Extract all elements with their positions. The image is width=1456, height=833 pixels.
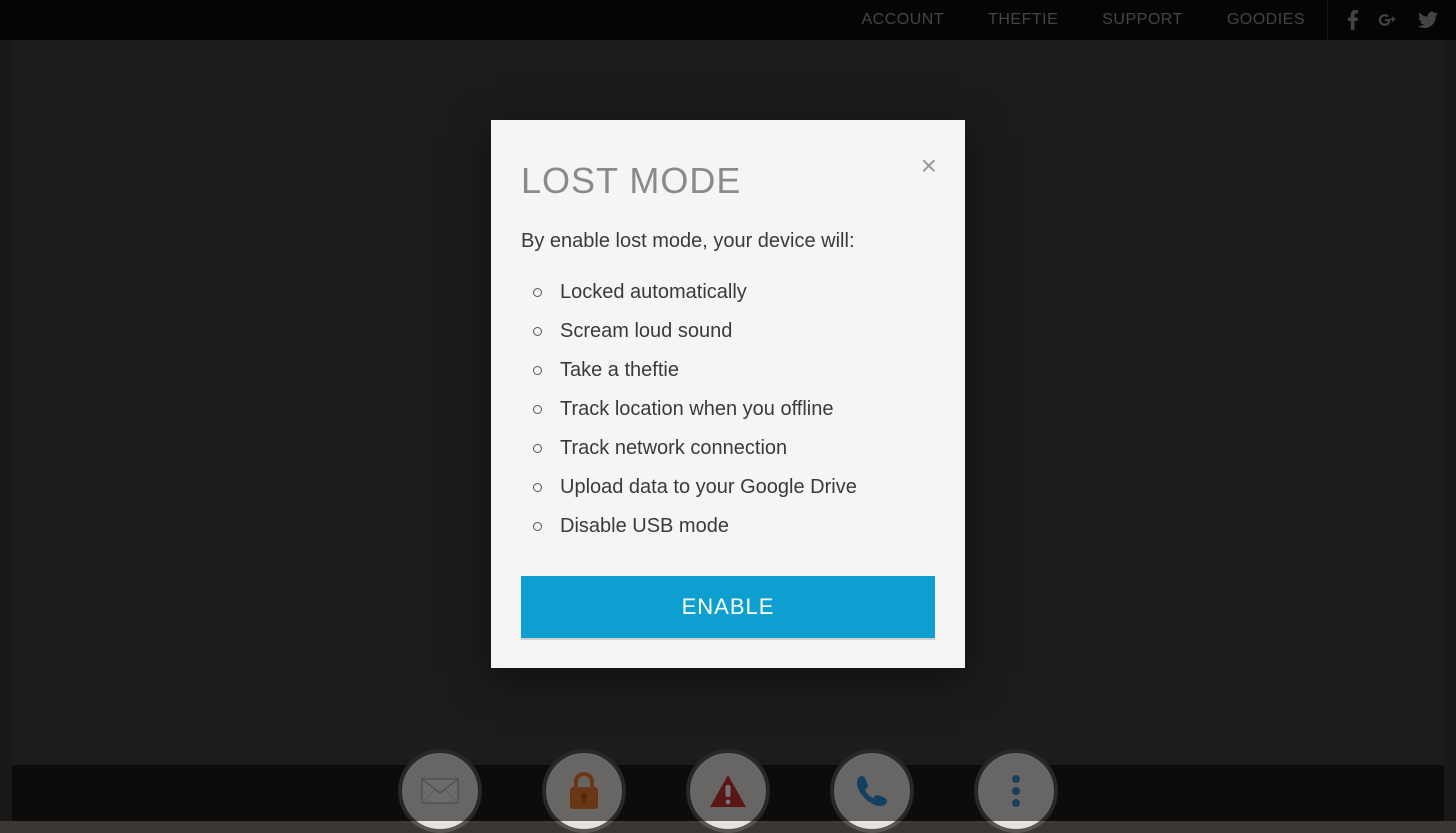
modal-description: By enable lost mode, your device will: (521, 230, 935, 253)
modal-overlay: × LOST MODE By enable lost mode, your de… (0, 0, 1456, 821)
modal-feature-list: Locked automatically Scream loud sound T… (521, 273, 935, 546)
modal-title: LOST MODE (521, 160, 935, 202)
list-item: Disable USB mode (533, 507, 935, 546)
list-item: Scream loud sound (533, 312, 935, 351)
list-item: Track network connection (533, 429, 935, 468)
list-item: Upload data to your Google Drive (533, 468, 935, 507)
list-item: Locked automatically (533, 273, 935, 312)
list-item: Track location when you offline (533, 390, 935, 429)
enable-button[interactable]: ENABLE (521, 576, 935, 638)
lost-mode-modal: × LOST MODE By enable lost mode, your de… (491, 120, 965, 668)
list-item: Take a theftie (533, 351, 935, 390)
close-icon[interactable]: × (921, 152, 937, 180)
